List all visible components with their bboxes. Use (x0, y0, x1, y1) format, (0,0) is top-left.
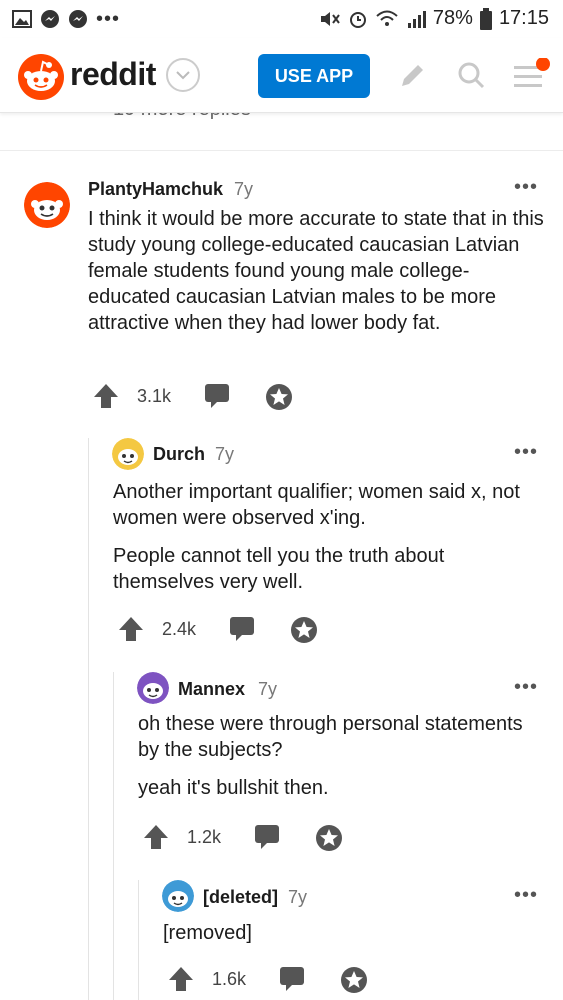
avatar[interactable] (137, 672, 169, 704)
chevron-down-icon (176, 71, 190, 80)
comment-username[interactable]: PlantyHamchuk (88, 179, 223, 200)
overflow-dots: ••• (96, 8, 121, 30)
divider (0, 150, 563, 151)
vote-count: 1.6k (212, 969, 247, 989)
thread-line (113, 672, 114, 1000)
more-options-icon[interactable]: ••• (514, 176, 538, 199)
comment-icon[interactable] (203, 382, 231, 410)
reddit-wordmark[interactable]: reddit (70, 56, 156, 93)
more-options-icon[interactable]: ••• (514, 676, 538, 699)
more-options-icon[interactable]: ••• (514, 884, 538, 907)
avatar[interactable] (24, 182, 70, 228)
more-options-icon[interactable]: ••• (514, 441, 538, 464)
comment-username[interactable]: Durch (153, 444, 205, 465)
comment-paragraph: Another important qualifier; women said … (113, 481, 520, 529)
comment-body: oh these were through personal statement… (138, 711, 538, 813)
search-icon[interactable] (456, 60, 486, 90)
community-dropdown[interactable] (166, 58, 200, 92)
gallery-icon (12, 10, 32, 28)
award-icon[interactable] (264, 382, 294, 412)
use-app-button[interactable]: USE APP (258, 54, 370, 98)
app-header: reddit USE APP (0, 38, 563, 113)
avatar[interactable] (112, 438, 144, 470)
upvote-icon[interactable] (92, 382, 120, 410)
award-icon[interactable] (339, 965, 369, 995)
alarm-icon (349, 11, 366, 28)
thread-line (88, 438, 89, 1000)
reddit-logo[interactable] (18, 54, 64, 100)
vote-count: 2.4k (162, 619, 197, 639)
award-icon[interactable] (314, 823, 344, 853)
comment-icon[interactable] (228, 615, 256, 643)
comment-paragraph: I think it would be more accurate to sta… (88, 208, 544, 334)
vote-count: 3.1k (137, 386, 172, 406)
comment-username[interactable]: [deleted] (203, 887, 278, 908)
comment-icon[interactable] (278, 965, 306, 993)
comment-paragraph: [removed] (163, 922, 252, 944)
comment-age: 7y (288, 887, 308, 907)
pencil-icon[interactable] (398, 60, 428, 90)
comment-icon[interactable] (253, 823, 281, 851)
status-bar: ••• 78% 17:15 (0, 0, 563, 38)
snoo-icon (24, 60, 58, 91)
thread-line (138, 880, 139, 1000)
signal-icon (407, 10, 426, 28)
battery-icon (479, 7, 492, 30)
comment-paragraph: People cannot tell you the truth about t… (113, 545, 445, 593)
battery-percent: 78% (432, 7, 473, 29)
comment-paragraph: yeah it's bullshit then. (138, 777, 329, 799)
comment-body: Another important qualifier; women said … (113, 479, 543, 607)
wifi-icon (376, 10, 398, 26)
comment-username[interactable]: Mannex (178, 679, 245, 700)
comment-body: [removed] (163, 920, 533, 958)
vote-count: 1.2k (187, 827, 222, 847)
messenger-icon (69, 10, 87, 28)
comment-age: 7y (215, 444, 235, 464)
comment-age: 7y (234, 179, 254, 199)
comment-body: I think it would be more accurate to sta… (88, 206, 548, 348)
notification-dot (536, 58, 550, 71)
comment-age: 7y (258, 679, 278, 699)
clock: 17:15 (498, 7, 549, 29)
comment-paragraph: oh these were through personal statement… (138, 713, 523, 761)
messenger-icon (41, 10, 59, 28)
avatar[interactable] (162, 880, 194, 912)
upvote-icon[interactable] (117, 615, 145, 643)
upvote-icon[interactable] (142, 823, 170, 851)
upvote-icon[interactable] (167, 965, 195, 993)
menu-icon[interactable] (512, 58, 552, 94)
mute-icon (320, 11, 340, 26)
award-icon[interactable] (289, 615, 319, 645)
